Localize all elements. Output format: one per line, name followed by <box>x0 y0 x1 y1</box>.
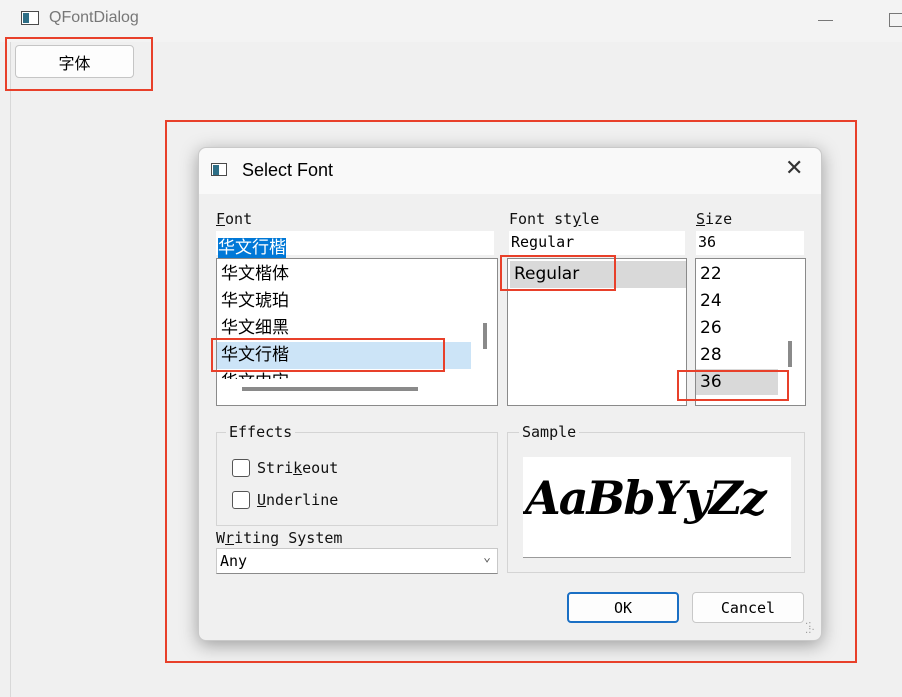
app-window-icon <box>21 11 39 25</box>
size-label: Size <box>696 210 733 228</box>
strikeout-checkbox[interactable] <box>232 459 250 477</box>
font-name-input-text: 华文行楷 <box>218 238 286 258</box>
writing-system-label: Writing System <box>216 529 343 547</box>
font-style-input[interactable]: Regular <box>509 231 685 255</box>
size-list-item[interactable]: 26 <box>696 315 778 342</box>
ok-button[interactable]: OK <box>567 592 679 623</box>
font-list-item[interactable]: 华文中宋 <box>217 369 471 379</box>
font-list-item[interactable]: 华文楷体 <box>217 261 471 288</box>
font-label: Font <box>216 210 253 228</box>
select-font-dialog: Select Font ✕ Font 华文行楷 华文楷体 华文琥珀 华文细黑 华… <box>198 147 822 641</box>
font-list[interactable]: 华文楷体 华文琥珀 华文细黑 华文行楷 华文中宋 <box>216 258 498 406</box>
font-list-hscrollbar[interactable] <box>242 387 418 391</box>
effects-title: Effects <box>226 423 296 441</box>
sample-text: AaBbYyZz <box>525 471 767 525</box>
size-list-item[interactable]: 22 <box>696 261 778 288</box>
font-list-vscrollbar[interactable] <box>483 323 487 349</box>
sample-preview: AaBbYyZz <box>523 457 791 558</box>
font-style-list[interactable]: Regular <box>507 258 687 406</box>
resize-grip-icon[interactable]: ·: .:· <box>805 620 817 636</box>
font-list-item-selected[interactable]: 华文行楷 <box>217 342 471 369</box>
dialog-title: Select Font <box>242 160 334 180</box>
close-icon[interactable]: ✕ <box>785 158 803 180</box>
window-left-edge <box>10 42 11 697</box>
main-window-title: QFontDialog <box>49 9 139 26</box>
size-list[interactable]: 22 24 26 28 36 <box>695 258 806 406</box>
font-list-item[interactable]: 华文细黑 <box>217 315 471 342</box>
size-list-item-selected[interactable]: 36 <box>696 369 778 395</box>
strikeout-label[interactable]: Strikeout <box>257 459 338 477</box>
minimize-icon[interactable] <box>818 20 833 21</box>
underline-label[interactable]: Underline <box>257 491 338 509</box>
dialog-window-icon <box>211 163 227 176</box>
font-name-input[interactable]: 华文行楷 <box>216 231 494 258</box>
cancel-button[interactable]: Cancel <box>692 592 804 623</box>
font-list-item[interactable]: 华文琥珀 <box>217 288 471 315</box>
writing-system-select[interactable]: Any ⌄ <box>216 548 498 574</box>
sample-title: Sample <box>519 423 580 441</box>
main-titlebar: QFontDialog <box>0 0 902 42</box>
dialog-titlebar: Select Font ✕ <box>199 148 821 194</box>
size-list-vscrollbar[interactable] <box>788 341 792 367</box>
size-list-item[interactable]: 24 <box>696 288 778 315</box>
size-list-item[interactable]: 28 <box>696 342 778 369</box>
chevron-down-icon: ⌄ <box>483 550 491 565</box>
font-button[interactable]: 字体 <box>15 45 134 78</box>
writing-system-value: Any <box>220 552 248 570</box>
maximize-icon[interactable] <box>889 13 902 27</box>
underline-checkbox[interactable] <box>232 491 250 509</box>
effects-group <box>216 432 498 526</box>
size-input[interactable]: 36 <box>696 231 804 255</box>
font-style-label: Font style <box>509 210 600 228</box>
font-style-list-item-selected[interactable]: Regular <box>510 261 686 288</box>
